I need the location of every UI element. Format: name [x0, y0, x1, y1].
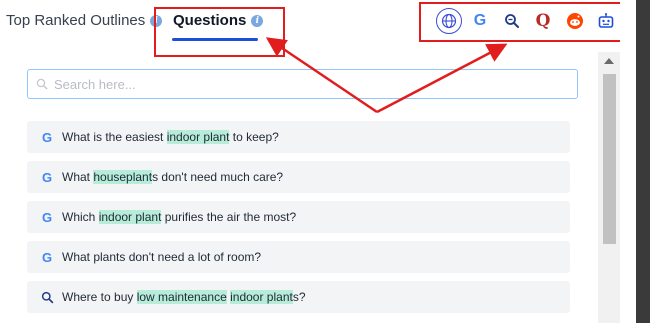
- question-text: Which indoor plant purifies the air the …: [62, 210, 296, 224]
- question-row[interactable]: G Which indoor plant purifies the air the…: [27, 201, 570, 233]
- google-icon: G: [41, 129, 53, 145]
- window-edge: [636, 0, 650, 323]
- keyword-highlight: low maintenance: [136, 290, 227, 304]
- scroll-thumb[interactable]: [603, 74, 616, 244]
- annotation-box-questions-tab: [154, 7, 285, 57]
- question-text-part: purifies the air the most?: [161, 210, 297, 224]
- tab-label: Top Ranked Outlines: [6, 12, 146, 29]
- google-icon: G: [41, 209, 53, 225]
- keyword-highlight: houseplant: [93, 170, 153, 184]
- search-field[interactable]: [27, 69, 578, 99]
- question-text-part: s?: [292, 290, 306, 304]
- question-text-part: Which: [62, 210, 99, 224]
- search-icon: [36, 78, 48, 90]
- question-text-part: s don't need much care?: [152, 170, 284, 184]
- question-text-part: to keep?: [229, 130, 279, 144]
- search-icon: [40, 290, 54, 304]
- question-text-part: What plants don't need a lot of room?: [62, 250, 262, 264]
- question-row[interactable]: G What is the easiest indoor plant to kee…: [27, 121, 570, 153]
- scrollbar[interactable]: [598, 52, 620, 323]
- question-row[interactable]: Where to buy low maintenance indoor plan…: [27, 281, 570, 313]
- keyword-highlight: indoor plant: [230, 290, 293, 304]
- tab-top-ranked-outlines[interactable]: Top Ranked Outlines i: [6, 12, 163, 29]
- question-text: What is the easiest indoor plant to keep…: [62, 130, 279, 144]
- keyword-highlight: indoor plant: [166, 130, 230, 144]
- question-row[interactable]: G What plants don't need a lot of room?: [27, 241, 570, 273]
- scroll-up-arrow-icon[interactable]: [604, 58, 614, 64]
- question-text-part: Where to buy: [62, 290, 137, 304]
- question-text: What houseplants don't need much care?: [62, 170, 283, 184]
- google-icon: G: [41, 249, 53, 265]
- question-text-part: What: [62, 170, 94, 184]
- window-margin: [620, 0, 636, 323]
- search-input[interactable]: [52, 75, 556, 93]
- keyword-highlight: indoor plant: [98, 210, 162, 224]
- google-icon: G: [41, 169, 53, 185]
- question-text: Where to buy low maintenance indoor plan…: [62, 290, 306, 304]
- question-row[interactable]: G What houseplants don't need much care?: [27, 161, 570, 193]
- annotation-box-source-icons: [419, 2, 627, 42]
- question-text-part: What is the easiest: [62, 130, 167, 144]
- question-text: What plants don't need a lot of room?: [62, 250, 261, 264]
